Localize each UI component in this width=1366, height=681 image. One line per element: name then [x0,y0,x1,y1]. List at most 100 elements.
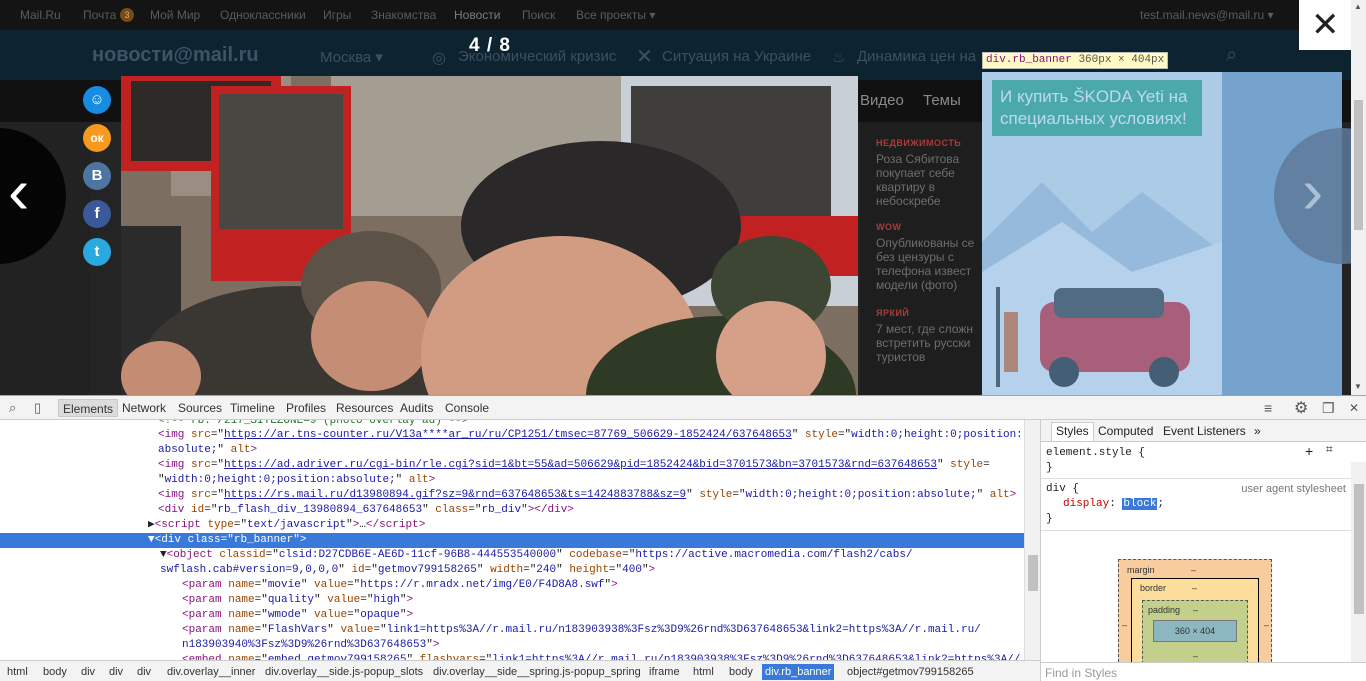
box-padding-value[interactable]: – [1193,605,1198,615]
topic-link-prices[interactable]: Динамика цен на [857,48,976,65]
box-content-size[interactable]: 360 × 404 [1153,620,1237,642]
box-margin-value[interactable]: – [1191,565,1196,575]
side-news-item[interactable]: ЯРКИЙ 7 мест, где сложн встретить русски… [876,306,984,364]
news-logo[interactable]: новости@mail.ru [92,44,259,67]
breadcrumb-item[interactable]: div.overlay__inner [164,664,258,680]
breadcrumb-item[interactable]: div [106,664,126,680]
breadcrumb-item[interactable]: object#getmov799158265 [844,664,977,680]
portal-link-ok[interactable]: Одноклассники [220,8,306,22]
page-scrollbar-thumb[interactable] [1354,100,1363,230]
topic-link-ukraine[interactable]: Ситуация на Украине [662,48,811,65]
elements-scrollbar[interactable] [1024,420,1040,660]
portal-link-dating[interactable]: Знакомства [371,8,436,22]
account-menu[interactable]: test.mail.news@mail.ru ▾ [1140,8,1274,22]
box-border: border – padding – 360 × 404 – [1131,578,1259,669]
subnav-video[interactable]: Видео [860,92,904,109]
dom-node[interactable]: <param name="wmode" value="opaque"> [0,608,1024,623]
device-mode-icon[interactable]: ▯ [34,400,41,416]
dom-node[interactable]: <embed name="embed_getmov799158265" flas… [0,653,1024,660]
tab-styles[interactable]: Styles [1051,422,1094,441]
dom-node[interactable]: <img src="https://ar.tns-counter.ru/V13a… [0,428,1024,443]
box-border-label: border [1140,583,1167,593]
breadcrumb-item[interactable]: body [40,664,70,680]
add-rule-icon[interactable]: + [1305,443,1313,459]
page-viewport: Mail.Ru Почта 3 Мой Мир Одноклассники Иг… [0,0,1366,395]
css-declaration[interactable]: display: block; [1063,498,1164,510]
share-odnoklassniki-button[interactable]: ок [83,124,111,152]
dom-node[interactable]: <img src="https://ad.adriver.ru/cgi-bin/… [0,458,1024,473]
city-select[interactable]: Москва ▾ [320,48,383,66]
share-twitter-button[interactable]: t [83,238,111,266]
tab-audits[interactable]: Audits [400,401,433,415]
scroll-up-arrow-icon[interactable]: ▲ [1354,2,1362,11]
dom-node[interactable]: <param name="quality" value="high"> [0,593,1024,608]
breadcrumb-item[interactable]: body [726,664,756,680]
css-rule-selector[interactable]: div { [1046,483,1079,495]
dom-node[interactable]: ▼<object classid="clsid:D27CDB6E-AE6D-11… [0,548,1024,563]
tab-event-listeners[interactable]: Event Listeners [1163,424,1246,438]
portal-link-games[interactable]: Игры [323,8,351,22]
portal-link-mailru[interactable]: Mail.Ru [20,8,61,22]
side-news-item[interactable]: НЕДВИЖИМОСТЬ Роза Сябитова покупает себе… [876,136,984,208]
dom-node[interactable]: <img src="https://rs.mail.ru/d13980894.g… [0,488,1024,503]
portal-link-search[interactable]: Поиск [522,8,555,22]
scroll-down-arrow-icon[interactable]: ▼ [1354,382,1362,391]
share-facebook-button[interactable]: f [83,200,111,228]
tab-computed[interactable]: Computed [1098,424,1153,438]
dom-node[interactable]: <param name="FlashVars" value="link1=htt… [0,623,1024,638]
styles-scrollbar[interactable] [1351,462,1366,662]
breadcrumb-item-active[interactable]: div.rb_banner [762,664,835,680]
share-vk-button[interactable]: В [83,162,111,190]
inspector-tooltip-size: 360px × 404px [1078,54,1165,66]
portal-link-all-projects[interactable]: Все проекты ▾ [576,8,655,22]
side-news-item[interactable]: WOW Опубликованы се без цензуры с телефо… [876,220,984,292]
breadcrumb-item[interactable]: div.overlay__side__spring.js-popup_sprin… [430,664,644,680]
elements-scrollbar-thumb[interactable] [1028,555,1038,591]
prev-photo-button[interactable]: ‹ [0,128,66,264]
close-icon: ✕ [1311,6,1340,44]
dom-node[interactable]: <param name="movie" value="https://r.mra… [0,578,1024,593]
breadcrumb-item[interactable]: iframe [646,664,683,680]
box-padding-value[interactable]: – [1193,651,1198,661]
elements-tree[interactable]: <!-- rb: /217_SITEZONE=9 (photo overlay … [0,420,1040,660]
element-state-icon[interactable]: ⌗ [1326,443,1333,457]
breadcrumb-item[interactable]: div [134,664,154,680]
breadcrumb-item[interactable]: html [690,664,717,680]
tab-timeline[interactable]: Timeline [230,401,275,415]
box-margin-value[interactable]: – [1264,620,1269,630]
styles-scrollbar-thumb[interactable] [1354,484,1364,614]
tab-profiles[interactable]: Profiles [286,401,326,415]
dom-node[interactable]: <div id="rb_flash_div_13980894_637648653… [0,503,1024,518]
element-style-rule[interactable]: element.style { [1046,447,1145,459]
close-overlay-button[interactable]: ✕ [1299,0,1351,50]
portal-link-mymir[interactable]: Мой Мир [150,8,200,22]
drawer-toggle-icon[interactable]: ≡ [1264,400,1272,416]
breadcrumb-item[interactable]: html [4,664,31,680]
tab-network[interactable]: Network [122,401,166,415]
breadcrumb-item[interactable]: div.overlay__side.js-popup_slots [262,664,426,680]
share-mymail-button[interactable]: ☺ [83,86,111,114]
box-padding-label: padding [1148,605,1181,615]
tab-elements[interactable]: Elements [58,399,119,417]
page-scrollbar[interactable]: ▲ ▼ [1351,0,1366,395]
settings-gear-icon[interactable]: ⚙ [1294,398,1308,418]
dock-side-icon[interactable]: ❐ [1322,400,1335,417]
find-in-styles-input[interactable]: Find in Styles [1041,662,1366,681]
tab-sources[interactable]: Sources [178,401,222,415]
rule-close-brace: } [1046,513,1053,525]
box-border-value[interactable]: – [1192,583,1197,593]
box-margin-value[interactable]: – [1122,620,1127,630]
tab-console[interactable]: Console [445,401,489,415]
close-devtools-icon[interactable]: ✕ [1349,401,1359,415]
css-value-selected[interactable]: block [1122,498,1158,510]
tab-resources[interactable]: Resources [336,401,393,415]
portal-link-news[interactable]: Новости [454,8,500,22]
subnav-themes[interactable]: Темы [923,92,961,109]
breadcrumb-item[interactable]: div [78,664,98,680]
search-icon[interactable]: ⌕ [1226,44,1237,67]
dom-node-selected[interactable]: ▼<div class="rb_banner"> [0,533,1024,548]
dom-node[interactable]: ▶<script type="text/javascript">…</scrip… [0,518,1024,533]
portal-link-mail[interactable]: Почта [83,8,116,22]
inspect-search-icon[interactable]: ⌕ [9,400,16,416]
more-tabs-icon[interactable]: » [1254,424,1261,438]
